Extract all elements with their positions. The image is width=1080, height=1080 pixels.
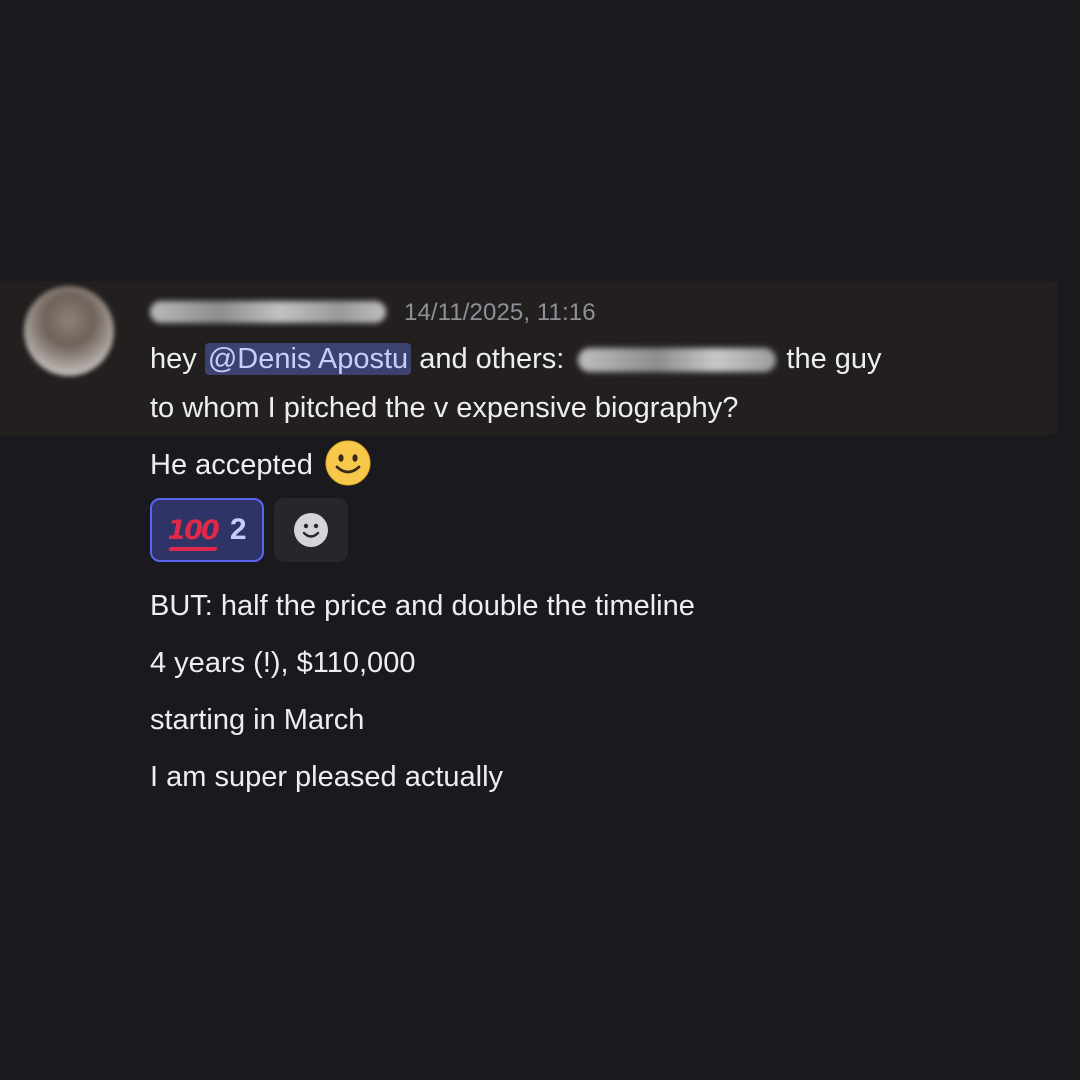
slightly-smiling-face-icon [325, 440, 371, 486]
add-reaction-button[interactable] [274, 498, 348, 562]
message-line-2: to whom I pitched the v expensive biogra… [150, 392, 739, 424]
text-segment: hey [150, 343, 205, 375]
name-redacted [578, 348, 777, 373]
message-line-3: He accepted [150, 440, 371, 486]
hundred-points-icon: 100 [167, 514, 219, 546]
text-segment: the guy [778, 343, 882, 375]
message-timestamp: 14/11/2025, 11:16 [404, 299, 596, 326]
user-mention[interactable]: @Denis Apostu [204, 343, 412, 375]
avatar[interactable] [24, 286, 114, 376]
message-line-6: starting in March [150, 704, 365, 736]
text-segment: and others: [411, 343, 573, 375]
message-line-5: 4 years (!), $110,000 [150, 647, 416, 679]
reaction-count: 2 [229, 513, 247, 546]
username-redacted[interactable] [150, 301, 386, 323]
add-reaction-icon [294, 513, 328, 547]
reaction-hundred-points[interactable]: 100 2 [150, 498, 264, 562]
message-line-4: BUT: half the price and double the timel… [150, 590, 695, 622]
text-segment: He accepted [150, 449, 313, 481]
chat-view: 14/11/2025, 11:16 hey @Denis Apostu and … [0, 0, 1080, 1080]
message-line-1: hey @Denis Apostu and others: the guy [150, 339, 882, 379]
message-line-7: I am super pleased actually [150, 761, 504, 793]
